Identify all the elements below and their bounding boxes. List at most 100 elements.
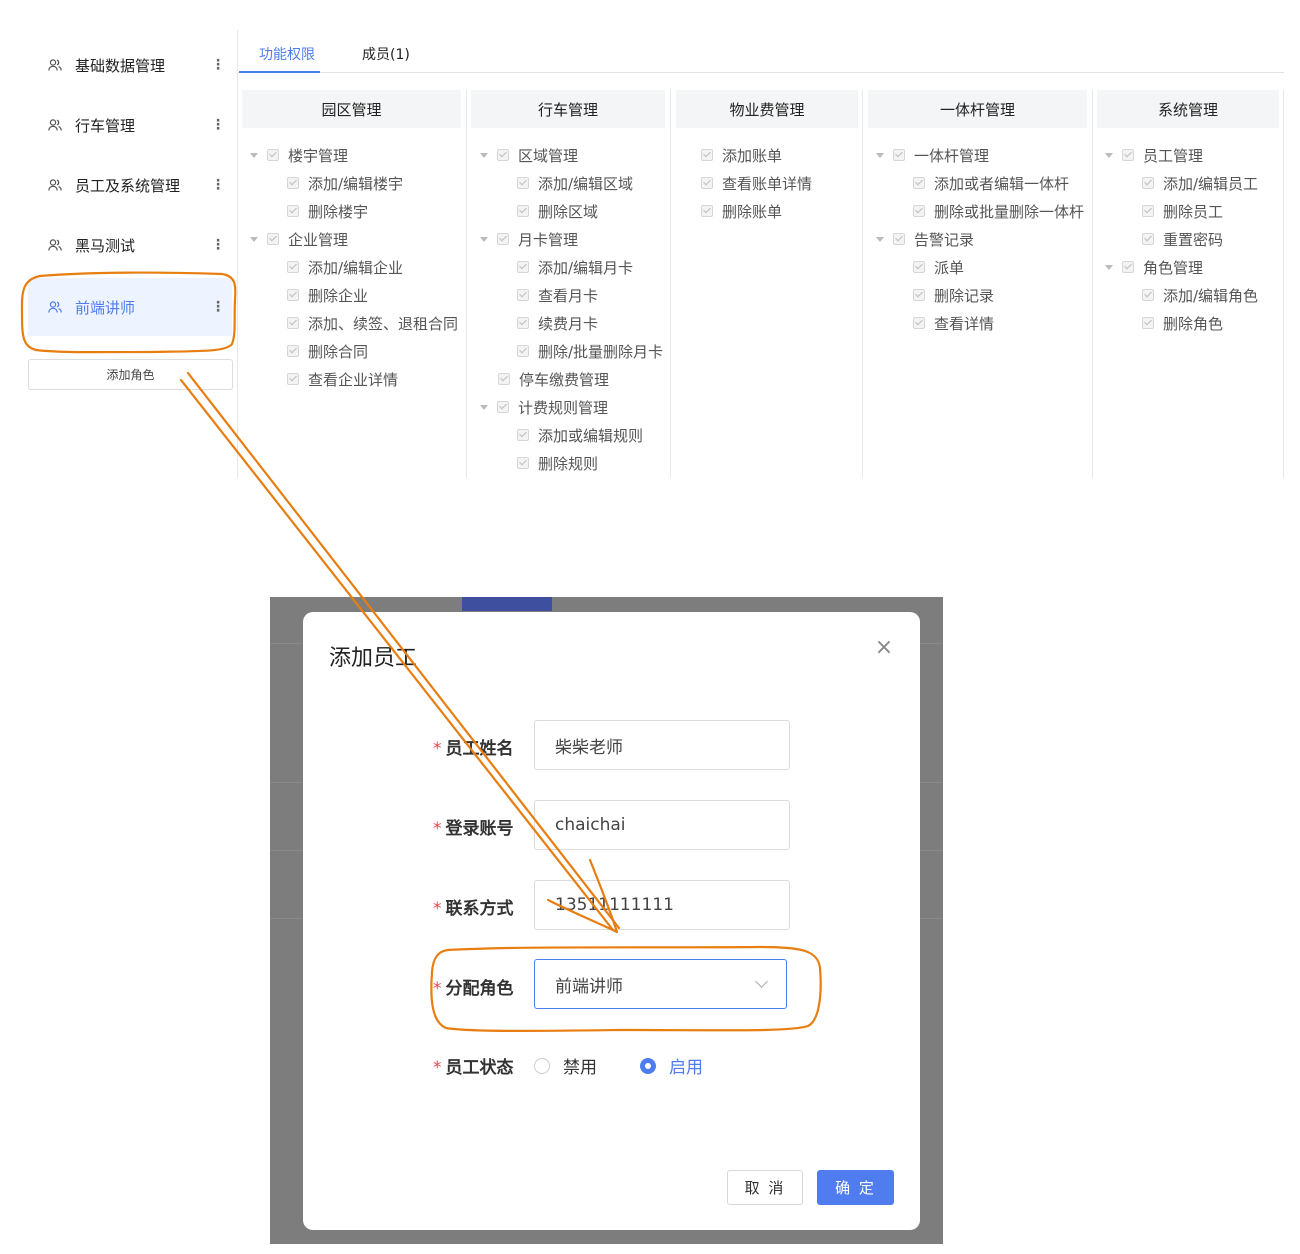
checkbox-checked-icon[interactable] bbox=[1142, 317, 1154, 329]
cancel-button[interactable]: 取 消 bbox=[727, 1170, 803, 1205]
permission-node[interactable]: 重置密码 bbox=[1142, 228, 1223, 250]
permission-node[interactable]: 添加/编辑月卡 bbox=[517, 256, 633, 278]
permission-node[interactable]: 删除员工 bbox=[1142, 200, 1223, 222]
checkbox-checked-icon[interactable] bbox=[287, 373, 299, 385]
checkbox-checked-icon[interactable] bbox=[287, 345, 299, 357]
checkbox-checked-icon[interactable] bbox=[913, 289, 925, 301]
permission-node[interactable]: 删除合同 bbox=[287, 340, 368, 362]
permission-node[interactable]: 月卡管理 bbox=[480, 228, 578, 250]
checkbox-checked-icon[interactable] bbox=[1122, 261, 1134, 273]
permission-node[interactable]: 删除企业 bbox=[287, 284, 368, 306]
checkbox-checked-icon[interactable] bbox=[517, 177, 529, 189]
checkbox-checked-icon[interactable] bbox=[287, 177, 299, 189]
caret-down-icon[interactable] bbox=[876, 152, 884, 158]
name-input[interactable] bbox=[534, 720, 790, 770]
checkbox-checked-icon[interactable] bbox=[913, 177, 925, 189]
caret-down-icon[interactable] bbox=[1105, 264, 1113, 270]
permission-node[interactable]: 删除区域 bbox=[517, 200, 598, 222]
permission-node[interactable]: 查看详情 bbox=[913, 312, 994, 334]
permission-node[interactable]: 一体杆管理 bbox=[876, 144, 989, 166]
checkbox-checked-icon[interactable] bbox=[287, 317, 299, 329]
checkbox-checked-icon[interactable] bbox=[497, 149, 509, 161]
permission-node[interactable]: 删除楼宇 bbox=[287, 200, 368, 222]
checkbox-checked-icon[interactable] bbox=[517, 345, 529, 357]
permission-node[interactable]: 添加或者编辑一体杆 bbox=[913, 172, 1069, 194]
checkbox-checked-icon[interactable] bbox=[701, 205, 713, 217]
checkbox-checked-icon[interactable] bbox=[517, 429, 529, 441]
checkbox-checked-icon[interactable] bbox=[1142, 233, 1154, 245]
checkbox-checked-icon[interactable] bbox=[1142, 205, 1154, 217]
checkbox-checked-icon[interactable] bbox=[913, 205, 925, 217]
account-input[interactable] bbox=[534, 800, 790, 850]
permission-node[interactable]: 续费月卡 bbox=[517, 312, 598, 334]
permission-node[interactable]: 添加或编辑规则 bbox=[517, 424, 643, 446]
permission-node[interactable]: 删除角色 bbox=[1142, 312, 1223, 334]
checkbox-checked-icon[interactable] bbox=[517, 317, 529, 329]
permission-node[interactable]: 添加/编辑区域 bbox=[517, 172, 633, 194]
more-icon[interactable]: ⋮ bbox=[204, 299, 232, 315]
confirm-button[interactable]: 确 定 bbox=[817, 1170, 894, 1205]
permission-node[interactable]: 添加/编辑角色 bbox=[1142, 284, 1258, 306]
permission-node[interactable]: 添加账单 bbox=[701, 144, 782, 166]
permission-node[interactable]: 查看企业详情 bbox=[287, 368, 398, 390]
permission-node[interactable]: 停车缴费管理 bbox=[498, 368, 609, 390]
checkbox-checked-icon[interactable] bbox=[517, 457, 529, 469]
permission-node[interactable]: 派单 bbox=[913, 256, 964, 278]
checkbox-checked-icon[interactable] bbox=[517, 289, 529, 301]
role-item-staff-system[interactable]: 员工及系统管理 ⋮ bbox=[28, 156, 232, 214]
permission-node[interactable]: 添加/编辑员工 bbox=[1142, 172, 1258, 194]
caret-down-icon[interactable] bbox=[876, 236, 884, 242]
checkbox-checked-icon[interactable] bbox=[913, 317, 925, 329]
checkbox-checked-icon[interactable] bbox=[517, 261, 529, 273]
permission-node[interactable]: 查看账单详情 bbox=[701, 172, 812, 194]
caret-down-icon[interactable] bbox=[1105, 152, 1113, 158]
checkbox-checked-icon[interactable] bbox=[497, 401, 509, 413]
checkbox-checked-icon[interactable] bbox=[267, 233, 279, 245]
close-icon[interactable]: × bbox=[874, 637, 894, 659]
role-select[interactable]: 前端讲师 bbox=[534, 959, 787, 1009]
checkbox-checked-icon[interactable] bbox=[287, 261, 299, 273]
caret-down-icon[interactable] bbox=[480, 404, 488, 410]
permission-node[interactable]: 删除记录 bbox=[913, 284, 994, 306]
permission-node[interactable]: 删除/批量删除月卡 bbox=[517, 340, 663, 362]
tab-members[interactable]: 成员(1) bbox=[362, 44, 410, 64]
permission-node[interactable]: 添加/编辑企业 bbox=[287, 256, 403, 278]
permission-node[interactable]: 员工管理 bbox=[1105, 144, 1203, 166]
status-radio-enabled[interactable]: 启用 bbox=[640, 1053, 703, 1078]
permission-node[interactable]: 删除规则 bbox=[517, 452, 598, 474]
phone-input[interactable] bbox=[534, 880, 790, 930]
permission-node[interactable]: 楼宇管理 bbox=[250, 144, 348, 166]
permission-node[interactable]: 查看月卡 bbox=[517, 284, 598, 306]
checkbox-checked-icon[interactable] bbox=[1142, 289, 1154, 301]
checkbox-checked-icon[interactable] bbox=[893, 149, 905, 161]
checkbox-checked-icon[interactable] bbox=[287, 205, 299, 217]
permission-node[interactable]: 计费规则管理 bbox=[480, 396, 608, 418]
permission-node[interactable]: 删除账单 bbox=[701, 200, 782, 222]
more-icon[interactable]: ⋮ bbox=[204, 177, 232, 193]
permission-node[interactable]: 添加、续签、退租合同 bbox=[287, 312, 458, 334]
checkbox-checked-icon[interactable] bbox=[1122, 149, 1134, 161]
checkbox-checked-icon[interactable] bbox=[913, 261, 925, 273]
permission-node[interactable]: 删除或批量删除一体杆 bbox=[913, 200, 1084, 222]
permission-node[interactable]: 添加/编辑楼宇 bbox=[287, 172, 403, 194]
caret-down-icon[interactable] bbox=[250, 236, 258, 242]
more-icon[interactable]: ⋮ bbox=[204, 117, 232, 133]
more-icon[interactable]: ⋮ bbox=[204, 57, 232, 73]
checkbox-checked-icon[interactable] bbox=[497, 233, 509, 245]
caret-down-icon[interactable] bbox=[480, 236, 488, 242]
checkbox-checked-icon[interactable] bbox=[287, 289, 299, 301]
role-item-frontend-lecturer[interactable]: 前端讲师 ⋮ bbox=[28, 278, 232, 336]
caret-down-icon[interactable] bbox=[250, 152, 258, 158]
role-item-heima-test[interactable]: 黑马测试 ⋮ bbox=[28, 216, 232, 274]
caret-down-icon[interactable] bbox=[480, 152, 488, 158]
status-radio-disabled[interactable]: 禁用 bbox=[534, 1053, 597, 1078]
tab-permissions[interactable]: 功能权限 bbox=[259, 44, 315, 64]
checkbox-checked-icon[interactable] bbox=[701, 177, 713, 189]
add-role-button[interactable]: 添加角色 bbox=[28, 359, 233, 390]
permission-node[interactable]: 企业管理 bbox=[250, 228, 348, 250]
permission-node[interactable]: 告警记录 bbox=[876, 228, 974, 250]
checkbox-checked-icon[interactable] bbox=[893, 233, 905, 245]
checkbox-checked-icon[interactable] bbox=[517, 205, 529, 217]
checkbox-checked-icon[interactable] bbox=[267, 149, 279, 161]
permission-node[interactable]: 角色管理 bbox=[1105, 256, 1203, 278]
